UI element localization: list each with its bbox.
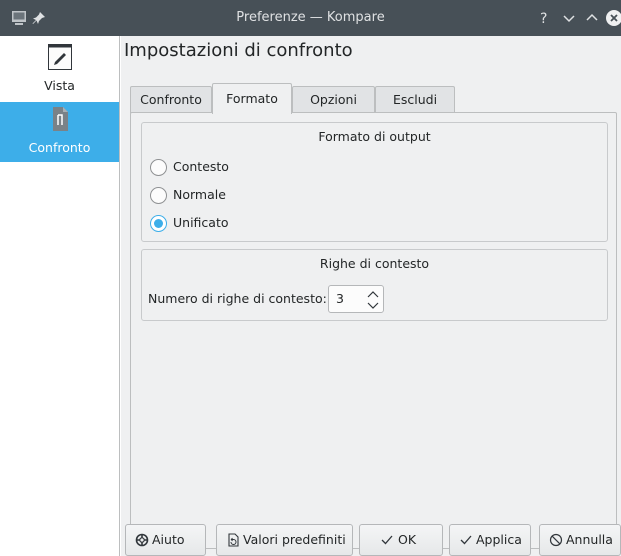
group-title: Formato di output (318, 129, 431, 144)
window-title: Preferenze — Kompare (236, 10, 385, 25)
spinbox-value[interactable]: 3 (336, 291, 344, 306)
apply-button-label: Applica (476, 532, 522, 547)
radio-button[interactable] (150, 215, 167, 232)
radio-label[interactable]: Normale (173, 187, 226, 202)
radio-label[interactable]: Contesto (173, 159, 229, 174)
cancel-button-label: Annulla (566, 532, 613, 547)
help-button[interactable]: Aiuto (125, 524, 206, 556)
diff-file-icon (53, 107, 68, 131)
help-icon[interactable]: ? (536, 10, 552, 26)
title-bar: Preferenze — Kompare ? (0, 0, 621, 36)
tab-opzioni[interactable]: Opzioni (292, 86, 375, 113)
cancel-button[interactable]: Annulla (539, 524, 621, 556)
ok-button[interactable]: OK (359, 524, 443, 556)
radio-button[interactable] (150, 159, 167, 176)
tab-panel-formato: Formato di output Contesto Normale Unifi… (130, 112, 617, 549)
tab-formato[interactable]: Formato (212, 83, 292, 114)
main-panel: Impostazioni di confronto Confronto Form… (121, 36, 621, 556)
svg-text:?: ? (540, 11, 547, 26)
page-title: Impostazioni di confronto (124, 40, 353, 61)
help-button-label: Aiuto (152, 532, 185, 547)
radio-button[interactable] (150, 187, 167, 204)
close-icon[interactable] (606, 10, 621, 26)
output-format-group: Formato di output Contesto Normale Unifi… (141, 122, 608, 242)
ok-button-label: OK (398, 532, 417, 547)
sidebar-item-label: Vista (44, 78, 75, 93)
sidebar-item-confronto[interactable]: Confronto (0, 102, 119, 162)
sidebar-item-vista[interactable]: Vista (0, 40, 119, 100)
minimize-icon[interactable] (561, 10, 577, 26)
radio-label[interactable]: Unificato (173, 215, 229, 230)
context-lines-group: Righe di contesto Numero di righe di con… (141, 249, 608, 321)
maximize-icon[interactable] (584, 10, 600, 26)
checkmark-icon (460, 535, 472, 545)
tab-escludi[interactable]: Escludi (375, 86, 455, 113)
cancel-icon (549, 533, 563, 547)
dialog-button-bar: Aiuto Valori predefiniti OK Applica Annu… (121, 522, 621, 556)
group-title: Righe di contesto (319, 256, 430, 271)
spin-arrows-icon[interactable] (367, 290, 379, 310)
sidebar-item-label: Confronto (28, 140, 91, 155)
tab-confronto[interactable]: Confronto (130, 86, 212, 113)
defaults-button-label: Valori predefiniti (243, 532, 346, 547)
defaults-button[interactable]: Valori predefiniti (216, 524, 353, 556)
brush-icon (48, 44, 72, 70)
context-lines-label: Numero di righe di contesto: (148, 291, 327, 306)
sidebar: Vista Confronto (0, 36, 120, 556)
context-lines-spinbox[interactable]: 3 (328, 285, 384, 313)
checkmark-icon (381, 535, 393, 545)
document-revert-icon (228, 533, 239, 547)
lifebuoy-icon (135, 533, 149, 547)
apply-button[interactable]: Applica (449, 524, 531, 556)
